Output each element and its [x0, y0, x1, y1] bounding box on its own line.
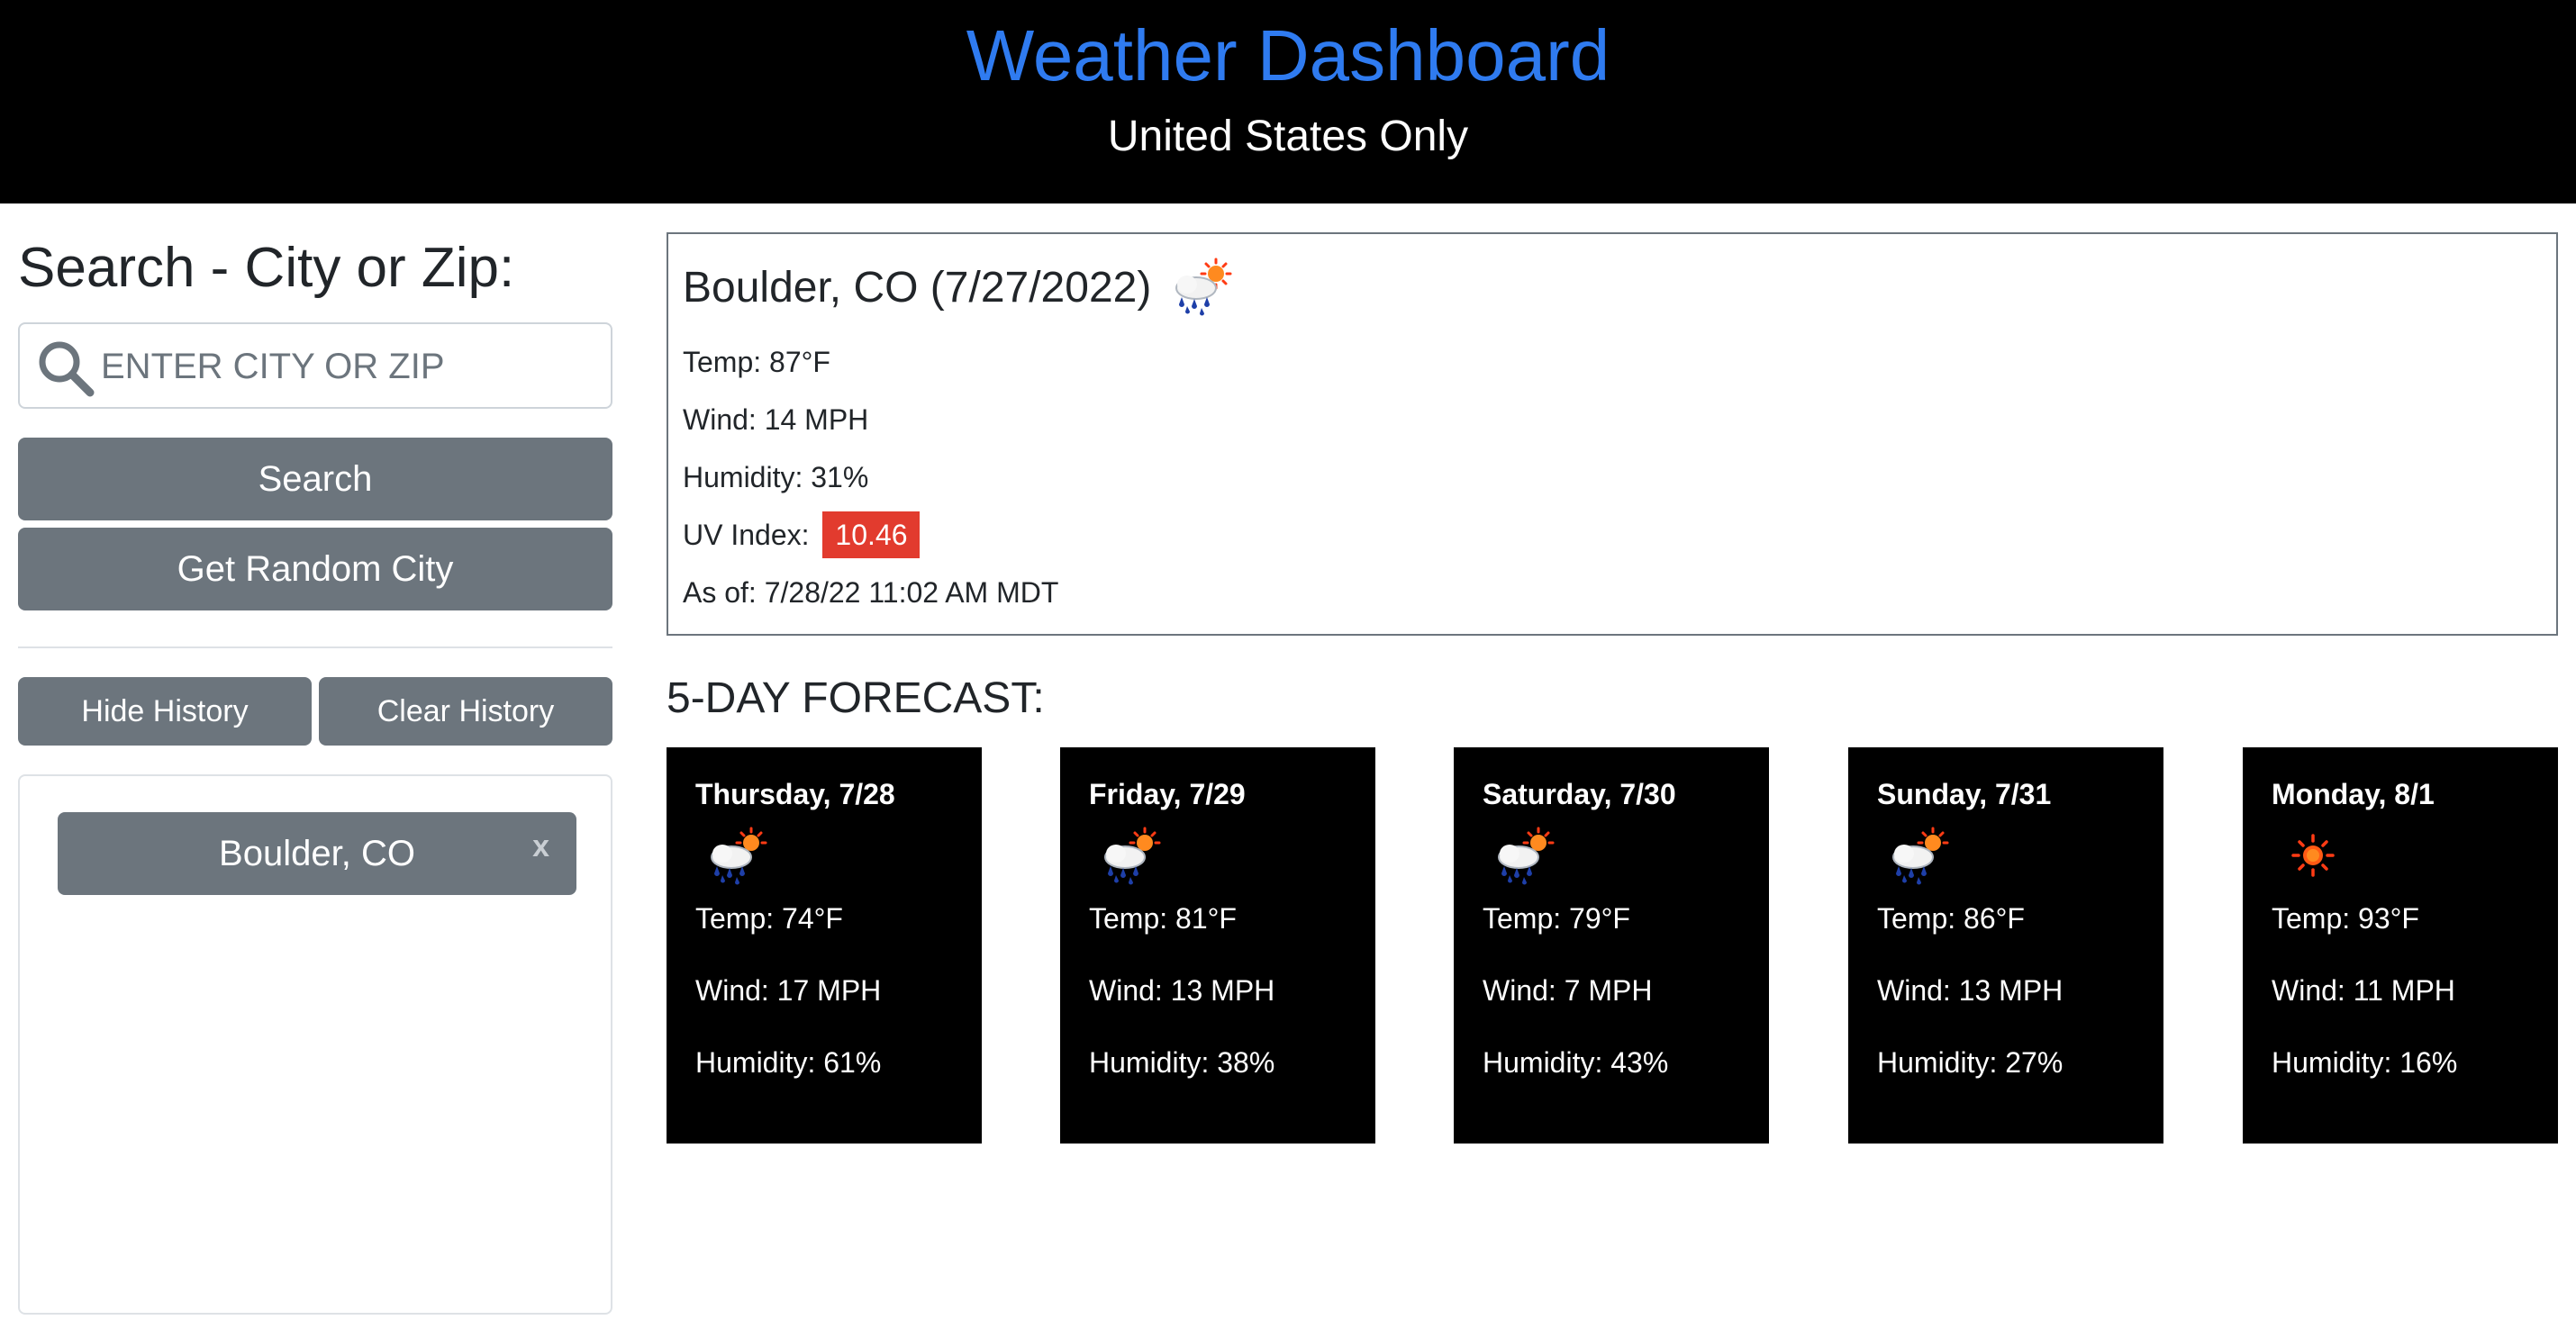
- uv-label: UV Index:: [683, 519, 810, 551]
- forecast-temp: Temp: 79°F: [1483, 902, 1630, 935]
- uv-badge: 10.46: [822, 511, 921, 558]
- random-city-button[interactable]: Get Random City: [18, 528, 612, 610]
- forecast-temp: Temp: 93°F: [2272, 902, 2419, 935]
- current-city-date: Boulder, CO (7/27/2022): [683, 264, 1152, 312]
- forecast-wind: Wind: 7 MPH: [1483, 974, 1653, 1007]
- forecast-day: Monday, 8/1: [2272, 778, 2435, 810]
- forecast-day: Saturday, 7/30: [1483, 778, 1676, 810]
- forecast-wind: Wind: 11 MPH: [2272, 974, 2455, 1007]
- page-title: Weather Dashboard: [966, 15, 1610, 95]
- hide-history-button[interactable]: Hide History: [18, 677, 312, 746]
- forecast-temp: Temp: 86°F: [1877, 902, 2025, 935]
- sidebar-divider: [18, 646, 612, 648]
- current-uv-row: UV Index: 10.46: [683, 511, 921, 558]
- forecast-temp: Temp: 81°F: [1089, 902, 1237, 935]
- forecast-humidity: Humidity: 61%: [695, 1046, 882, 1079]
- forecast-humidity: Humidity: 38%: [1089, 1046, 1275, 1079]
- forecast-card: Saturday, 7/30 Temp: 79°F Wind: 7 MPH Hu…: [1454, 747, 1769, 1144]
- forecast-heading: 5-DAY FORECAST:: [667, 674, 1045, 722]
- history-item[interactable]: Boulder, CO x: [58, 812, 576, 895]
- search-icon: [39, 341, 95, 397]
- forecast-card: Monday, 8/1 Temp: 93°F Wind: 11 MPH Humi…: [2243, 747, 2558, 1144]
- forecast-temp: Temp: 74°F: [695, 902, 843, 935]
- search-field[interactable]: [18, 322, 612, 409]
- rain-sun-icon: [1892, 827, 1949, 885]
- current-humidity: Humidity: 31%: [683, 461, 869, 493]
- rain-sun-icon: [1498, 827, 1555, 885]
- page-header: Weather Dashboard United States Only: [0, 0, 2576, 203]
- search-heading: Search - City or Zip:: [18, 237, 515, 299]
- forecast-card: Sunday, 7/31 Temp: 86°F Wind: 13 MPH Hum…: [1848, 747, 2163, 1144]
- current-as-of: As of: 7/28/22 11:02 AM MDT: [683, 576, 1059, 609]
- forecast-card: Thursday, 7/28 Temp: 74°F Wind: 17 MPH H…: [667, 747, 982, 1144]
- forecast-wind: Wind: 17 MPH: [695, 974, 882, 1007]
- forecast-card: Friday, 7/29 Temp: 81°F Wind: 13 MPH Hum…: [1060, 747, 1375, 1144]
- forecast-wind: Wind: 13 MPH: [1877, 974, 2064, 1007]
- remove-history-button[interactable]: x: [532, 828, 549, 864]
- current-wind: Wind: 14 MPH: [683, 403, 869, 436]
- current-temp: Temp: 87°F: [683, 346, 830, 378]
- page-subtitle: United States Only: [1107, 113, 1469, 160]
- forecast-wind: Wind: 13 MPH: [1089, 974, 1275, 1007]
- forecast-humidity: Humidity: 27%: [1877, 1046, 2064, 1079]
- search-input[interactable]: [101, 337, 596, 396]
- rain-sun-icon: [1175, 258, 1232, 316]
- rain-sun-icon: [1104, 827, 1161, 885]
- search-button[interactable]: Search: [18, 438, 612, 520]
- forecast-day: Sunday, 7/31: [1877, 778, 2052, 810]
- forecast-humidity: Humidity: 43%: [1483, 1046, 1669, 1079]
- current-weather-panel: Boulder, CO (7/27/2022) Temp: 87°F Wind:…: [667, 232, 2558, 636]
- history-list: Boulder, CO x: [18, 774, 612, 1315]
- forecast-day: Thursday, 7/28: [695, 778, 895, 810]
- forecast-humidity: Humidity: 16%: [2272, 1046, 2458, 1079]
- rain-sun-icon: [711, 827, 767, 885]
- clear-history-button[interactable]: Clear History: [319, 677, 612, 746]
- history-item-label: Boulder, CO: [219, 834, 415, 873]
- forecast-day: Friday, 7/29: [1089, 778, 1246, 810]
- sun-icon: [2291, 834, 2335, 877]
